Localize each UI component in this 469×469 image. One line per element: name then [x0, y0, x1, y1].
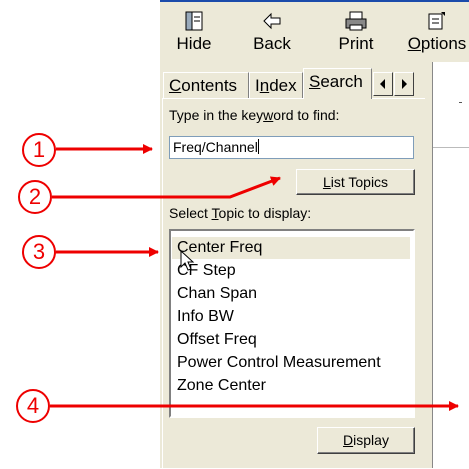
callout-2-arrow [52, 176, 281, 199]
tab-search-post: earch [320, 72, 363, 91]
callout-4: 4 [16, 389, 50, 423]
callout-1: 1 [22, 133, 56, 167]
callout-2: 2 [18, 180, 52, 214]
tab-search[interactable]: Search [303, 68, 372, 99]
callout-3: 3 [22, 235, 56, 269]
tab-search-mnemonic: S [309, 72, 321, 91]
annotation-arrows [50, 144, 459, 411]
